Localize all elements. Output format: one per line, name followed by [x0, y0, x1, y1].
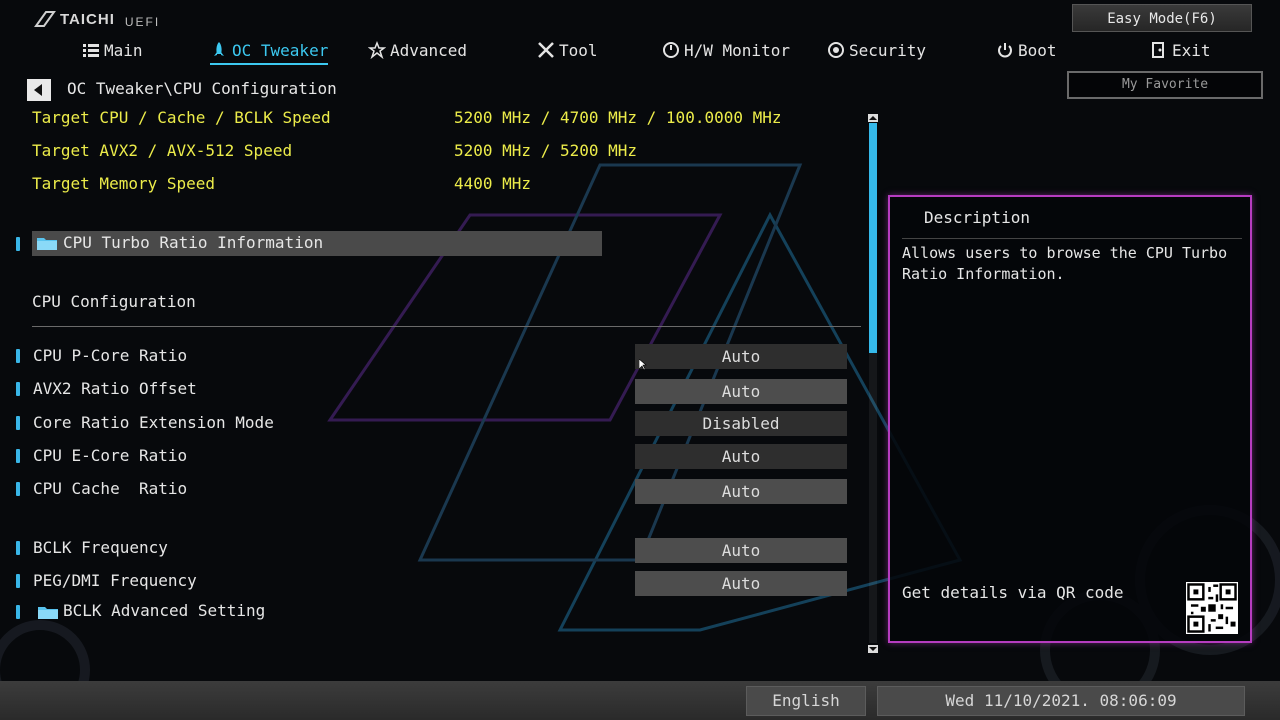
my-favorite-button[interactable]: My Favorite [1067, 71, 1263, 99]
scrollbar-thumb[interactable] [869, 123, 877, 353]
tab-tool[interactable]: Tool [537, 38, 598, 62]
list-icon [83, 44, 99, 57]
language-button[interactable]: English [746, 686, 866, 716]
target-cpu-value: 5200 MHz / 4700 MHz / 100.0000 MHz [454, 108, 782, 127]
shield-icon [828, 42, 844, 58]
setting-avx2-offset-value[interactable]: Auto [635, 379, 847, 404]
row-marker [16, 416, 20, 430]
folder-icon [38, 607, 58, 619]
setting-bclk-frequency-value[interactable]: Auto [635, 538, 847, 563]
monitor-icon [663, 42, 679, 58]
scroll-up-button[interactable] [868, 114, 878, 122]
setting-e-core-ratio-label: CPU E-Core Ratio [33, 446, 188, 465]
tab-boot[interactable]: Boot [996, 38, 1057, 62]
back-button[interactable] [27, 79, 51, 101]
tab-security[interactable]: Security [827, 38, 926, 62]
row-marker [16, 382, 20, 396]
section-title: CPU Configuration [32, 292, 196, 311]
row-marker [16, 237, 20, 251]
brand-name: TAICHI [60, 10, 115, 28]
setting-peg-dmi-frequency-label: PEG/DMI Frequency [33, 571, 197, 590]
qr-code-icon [1186, 582, 1238, 634]
setting-bclk-frequency-label: BCLK Frequency [33, 538, 168, 557]
folder-icon [37, 238, 57, 250]
brand-sub: UEFI [124, 15, 161, 29]
tab-oc-tweaker-label: OC Tweaker [232, 40, 329, 60]
tab-boot-label: Boot [1018, 40, 1057, 60]
submenu-turbo-ratio[interactable]: CPU Turbo Ratio Information [32, 231, 602, 256]
power-icon [998, 43, 1012, 58]
target-avx-value: 5200 MHz / 5200 MHz [454, 141, 638, 160]
setting-core-ratio-ext-value[interactable]: Disabled [635, 411, 847, 436]
target-memory-label: Target Memory Speed [32, 174, 216, 193]
mouse-cursor-icon [639, 359, 647, 371]
setting-p-core-ratio-label: CPU P-Core Ratio [33, 346, 188, 365]
tab-advanced[interactable]: Advanced [368, 38, 467, 62]
row-marker [16, 574, 20, 588]
submenu-turbo-ratio-label: CPU Turbo Ratio Information [63, 233, 324, 252]
row-marker [16, 541, 20, 555]
description-text: Allows users to browse the CPU Turbo Rat… [902, 244, 1228, 283]
breadcrumb: OC Tweaker\CPU Configuration [67, 79, 337, 98]
tab-tool-label: Tool [559, 40, 598, 60]
setting-p-core-ratio-value[interactable]: Auto [635, 344, 847, 369]
target-avx-label: Target AVX2 / AVX-512 Speed [32, 141, 293, 160]
row-marker [16, 449, 20, 463]
setting-cache-ratio-value[interactable]: Auto [635, 479, 847, 504]
setting-core-ratio-ext-label: Core Ratio Extension Mode [33, 413, 274, 432]
main-nav: Main OC Tweaker Advanced Tool H/W Monito… [0, 38, 1240, 65]
taichi-logo-icon [34, 11, 56, 27]
row-marker [16, 349, 20, 363]
row-marker [16, 482, 20, 496]
submenu-bclk-advanced-label: BCLK Advanced Setting [63, 601, 266, 620]
target-memory-value: 4400 MHz [454, 174, 532, 193]
tab-hw-monitor[interactable]: H/W Monitor [662, 38, 790, 62]
description-panel: Description Allows users to browse the C… [888, 195, 1252, 643]
setting-peg-dmi-frequency-value[interactable]: Auto [635, 571, 847, 596]
scroll-down-button[interactable] [868, 645, 878, 653]
target-cpu-label: Target CPU / Cache / BCLK Speed [32, 108, 331, 127]
tab-hw-monitor-label: H/W Monitor [684, 40, 790, 60]
star-icon [368, 41, 386, 59]
tab-main[interactable]: Main [82, 38, 143, 62]
description-title: Description [924, 208, 1030, 227]
exit-icon [1152, 42, 1164, 58]
description-divider [902, 238, 1242, 239]
tab-main-label: Main [104, 40, 143, 60]
tab-exit-label: Exit [1172, 40, 1211, 60]
rocket-icon [214, 42, 224, 56]
datetime-display[interactable]: Wed 11/10/2021. 08:06:09 [877, 686, 1245, 716]
brand-logo: TAICHI UEFI [34, 9, 160, 29]
setting-e-core-ratio-value[interactable]: Auto [635, 444, 847, 469]
tab-security-label: Security [849, 40, 927, 60]
easy-mode-button[interactable]: Easy Mode(F6) [1072, 4, 1252, 32]
tab-oc-tweaker[interactable]: OC Tweaker [210, 38, 329, 65]
tab-exit[interactable]: Exit [1150, 38, 1211, 62]
setting-cache-ratio-label: CPU Cache Ratio [33, 479, 188, 498]
qr-label: Get details via QR code [902, 583, 1124, 602]
setting-avx2-offset-label: AVX2 Ratio Offset [33, 379, 197, 398]
row-marker [16, 605, 20, 619]
tools-icon [538, 42, 554, 58]
tab-advanced-label: Advanced [390, 40, 468, 60]
section-divider [32, 326, 861, 327]
